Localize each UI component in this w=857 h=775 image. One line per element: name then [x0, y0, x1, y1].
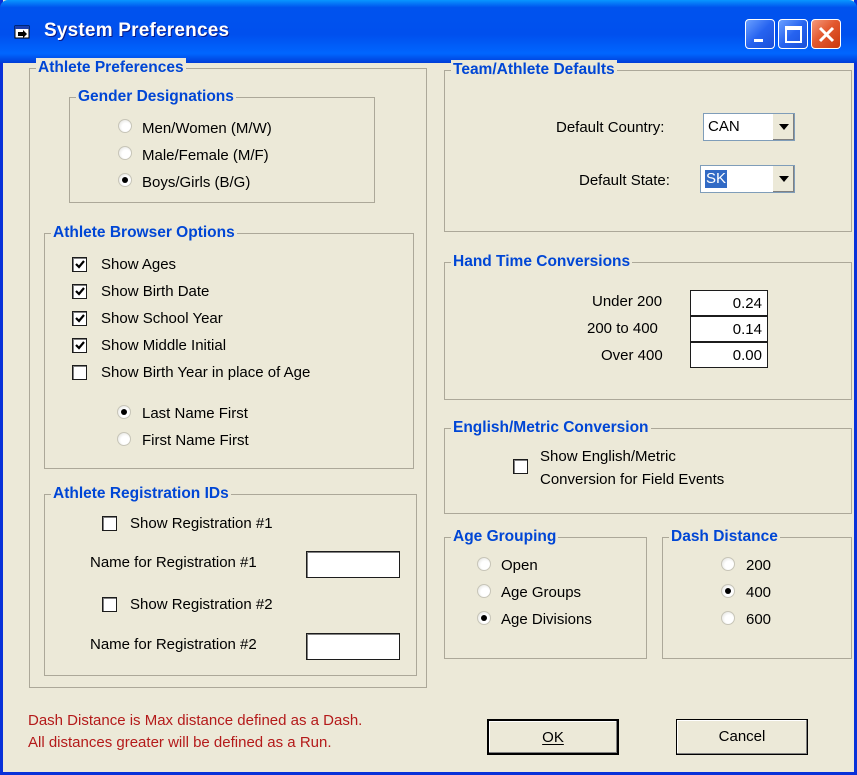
chevron-down-icon — [779, 176, 789, 182]
athlete-registration-ids-title: Athlete Registration IDs — [51, 484, 231, 504]
cancel-button-label: Cancel — [718, 728, 766, 745]
last-name-first-radio[interactable] — [117, 405, 131, 419]
default-state-value: SK — [705, 170, 728, 188]
show-birth-year-label[interactable]: Show Birth Year in place of Age — [101, 364, 310, 382]
maximize-button[interactable] — [778, 19, 808, 49]
200-to-400-input[interactable]: 0.14 — [690, 316, 768, 342]
last-name-first-label[interactable]: Last Name First — [142, 405, 248, 423]
default-country-value: CAN — [708, 118, 740, 135]
dash-note-line2: All distances greater will be defined as… — [28, 734, 332, 751]
english-metric-conversion-title: English/Metric Conversion — [451, 418, 651, 438]
under-200-value: 0.24 — [732, 295, 762, 312]
over-400-value: 0.00 — [732, 347, 762, 364]
over-400-input[interactable]: 0.00 — [690, 342, 768, 368]
dash-200-label[interactable]: 200 — [746, 557, 771, 575]
hand-time-conversions-title: Hand Time Conversions — [451, 252, 633, 272]
first-name-first-radio[interactable] — [117, 432, 131, 446]
show-birth-date-checkbox[interactable] — [72, 284, 87, 299]
window-title: System Preferences — [44, 20, 230, 41]
age-grouping-age-groups-radio[interactable] — [477, 584, 491, 598]
registration-1-name-label: Name for Registration #1 — [90, 554, 257, 571]
cancel-button[interactable]: Cancel — [676, 719, 808, 755]
age-grouping-title: Age Grouping — [451, 527, 559, 547]
dash-200-radio[interactable] — [721, 557, 735, 571]
gender-label-male-female[interactable]: Male/Female (M/F) — [142, 147, 269, 165]
athlete-preferences-title: Athlete Preferences — [36, 58, 186, 78]
registration-2-name-input[interactable] — [306, 633, 400, 660]
default-state-dropdown-button[interactable] — [772, 166, 794, 192]
show-birth-year-checkbox[interactable] — [72, 365, 87, 380]
dash-400-radio[interactable] — [721, 584, 735, 598]
show-english-metric-checkbox[interactable] — [513, 459, 528, 474]
dash-600-label[interactable]: 600 — [746, 611, 771, 629]
show-registration-2-label[interactable]: Show Registration #2 — [130, 596, 273, 614]
minimize-icon — [754, 39, 763, 42]
age-grouping-age-divisions-label[interactable]: Age Divisions — [501, 611, 592, 629]
dash-600-radio[interactable] — [721, 611, 735, 625]
over-400-label: Over 400 — [601, 347, 663, 364]
show-school-year-checkbox[interactable] — [72, 311, 87, 326]
gender-label-boys-girls[interactable]: Boys/Girls (B/G) — [142, 174, 250, 192]
dash-note-line1: Dash Distance is Max distance defined as… — [28, 712, 363, 729]
close-icon — [818, 26, 835, 43]
gender-designations-title: Gender Designations — [76, 87, 236, 107]
dash-400-label[interactable]: 400 — [746, 584, 771, 602]
show-birth-date-label[interactable]: Show Birth Date — [101, 283, 209, 301]
maximize-icon — [785, 26, 802, 43]
gender-radio-male-female[interactable] — [118, 146, 132, 160]
show-middle-initial-checkbox[interactable] — [72, 338, 87, 353]
show-middle-initial-label[interactable]: Show Middle Initial — [101, 337, 226, 355]
close-button[interactable] — [811, 19, 841, 49]
app-icon — [14, 25, 30, 39]
team-athlete-defaults-title: Team/Athlete Defaults — [451, 60, 617, 80]
under-200-label: Under 200 — [592, 293, 663, 310]
200-to-400-value: 0.14 — [732, 321, 762, 338]
ok-button[interactable]: OK — [487, 719, 619, 755]
gender-radio-men-women[interactable] — [118, 119, 132, 133]
show-registration-2-checkbox[interactable] — [102, 597, 117, 612]
chevron-down-icon — [779, 124, 789, 130]
registration-2-name-label: Name for Registration #2 — [90, 636, 257, 653]
dash-distance-title: Dash Distance — [669, 527, 780, 547]
gender-radio-boys-girls[interactable] — [118, 173, 132, 187]
show-ages-label[interactable]: Show Ages — [101, 256, 176, 274]
checkmark-icon — [75, 287, 85, 296]
athlete-browser-options-title: Athlete Browser Options — [51, 223, 237, 243]
checkmark-icon — [75, 260, 85, 269]
title-bar[interactable]: System Preferences — [0, 0, 857, 63]
age-grouping-age-divisions-radio[interactable] — [477, 611, 491, 625]
default-state-label: Default State: — [579, 172, 670, 189]
age-grouping-open-radio[interactable] — [477, 557, 491, 571]
show-english-metric-label-line2[interactable]: Conversion for Field Events — [540, 471, 724, 489]
show-english-metric-label-line1[interactable]: Show English/Metric — [540, 448, 676, 466]
team-athlete-defaults-group: Team/Athlete Defaults — [444, 60, 852, 232]
gender-label-men-women[interactable]: Men/Women (M/W) — [142, 120, 272, 138]
200-to-400-label: 200 to 400 — [587, 320, 658, 337]
checkmark-icon — [75, 314, 85, 323]
system-preferences-window: System Preferences Athlete Preferences G… — [0, 0, 857, 775]
show-registration-1-label[interactable]: Show Registration #1 — [130, 515, 273, 533]
show-ages-checkbox[interactable] — [72, 257, 87, 272]
checkmark-icon — [75, 341, 85, 350]
show-school-year-label[interactable]: Show School Year — [101, 310, 223, 328]
age-grouping-open-label[interactable]: Open — [501, 557, 538, 575]
show-registration-1-checkbox[interactable] — [102, 516, 117, 531]
minimize-button[interactable] — [745, 19, 775, 49]
ok-button-label: OK — [542, 729, 564, 746]
age-grouping-age-groups-label[interactable]: Age Groups — [501, 584, 581, 602]
default-country-label: Default Country: — [556, 119, 665, 136]
registration-1-name-input[interactable] — [306, 551, 400, 578]
default-country-select[interactable]: CAN — [703, 113, 795, 141]
default-state-select[interactable]: SK — [700, 165, 795, 193]
under-200-input[interactable]: 0.24 — [690, 290, 768, 316]
default-country-dropdown-button[interactable] — [772, 114, 794, 140]
first-name-first-label[interactable]: First Name First — [142, 432, 249, 450]
